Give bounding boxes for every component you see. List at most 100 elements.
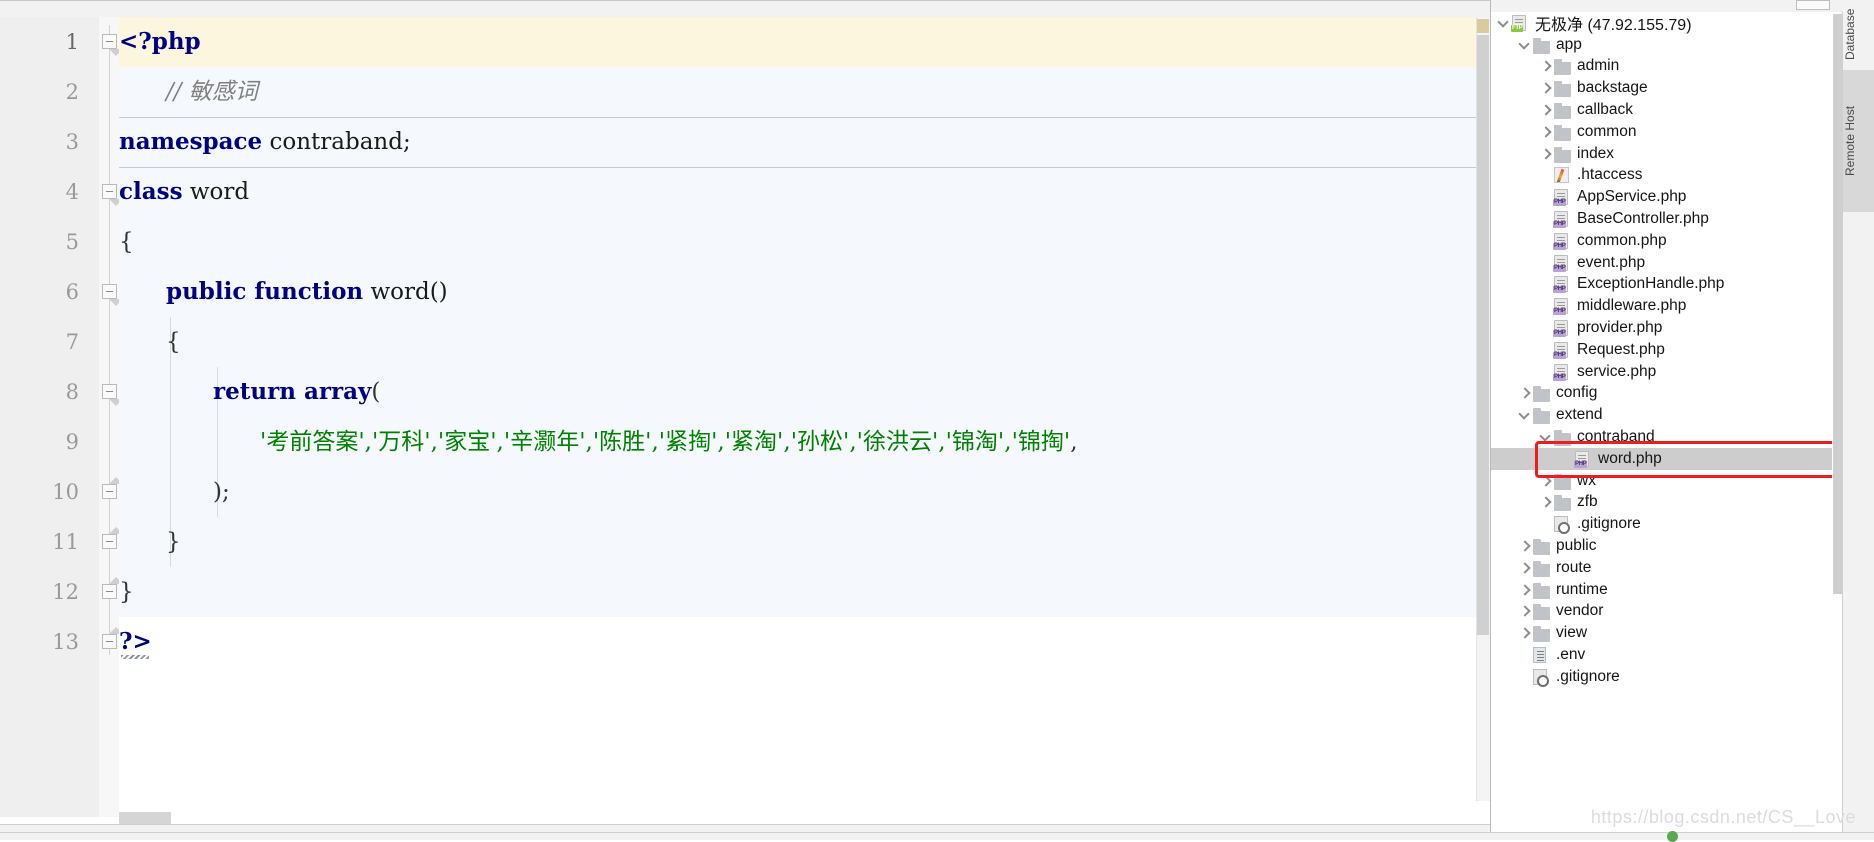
tree-row[interactable]: FTP 无极净 (47.92.155.79) (1491, 12, 1843, 34)
chevron-right-icon[interactable] (1539, 147, 1553, 161)
tree-row[interactable]: PHP ExceptionHandle.php (1491, 274, 1843, 296)
tree-row[interactable]: PHP middleware.php (1491, 295, 1843, 317)
tab-remote-host[interactable]: Remote Host (1843, 70, 1874, 212)
code-fold-toggle[interactable] (102, 627, 123, 649)
chevron-right-icon[interactable] (1518, 626, 1532, 640)
code-fold-toggle[interactable] (102, 284, 123, 306)
code-folding-column[interactable] (99, 17, 123, 817)
code-fold-toggle[interactable] (102, 184, 123, 206)
line-number-row: 11 (0, 517, 99, 567)
tree-row[interactable]: app (1491, 34, 1843, 56)
tree-row[interactable]: PHP common.php (1491, 230, 1843, 252)
tree-row[interactable]: .gitignore (1491, 666, 1843, 688)
tree-row[interactable]: PHP service.php (1491, 361, 1843, 383)
chevron-right-icon[interactable] (1539, 103, 1553, 117)
tree-row-selected[interactable]: PHP word.php (1491, 447, 1843, 470)
chevron-right-icon[interactable] (1539, 495, 1553, 509)
chevron-right-icon[interactable] (1539, 81, 1553, 95)
tree-row[interactable]: runtime (1491, 579, 1843, 601)
line-number-row: 7 (0, 317, 99, 367)
code-line[interactable]: <?php (119, 17, 201, 67)
tree-row[interactable]: route (1491, 557, 1843, 579)
remote-host-pane: FTP 无极净 (47.92.155.79) app admin backstage ca… (1490, 0, 1874, 840)
code-fold-toggle[interactable] (102, 577, 123, 599)
chevron-down-icon[interactable] (1518, 38, 1532, 52)
env-file-icon (1532, 647, 1551, 663)
code-line[interactable]: ); (213, 467, 230, 517)
code-area[interactable]: 1 2 3 4 5 6 7 8 9 10 11 12 13 <?php// 敏感词 namespace c… (0, 17, 1490, 817)
tree-row[interactable]: zfb (1491, 492, 1843, 514)
tree-row[interactable]: index (1491, 143, 1843, 165)
chevron-down-icon[interactable] (1518, 408, 1532, 422)
editor-vertical-scrollbar-track[interactable] (1476, 17, 1490, 801)
tree-row[interactable]: PHP BaseController.php (1491, 208, 1843, 230)
tree-item-label: extend (1556, 406, 1603, 424)
code-text-column[interactable]: <?php// 敏感词 namespace contraband; class wo… (119, 17, 1490, 817)
remote-host-toolbar-button[interactable] (1796, 0, 1830, 10)
tree-row[interactable]: callback (1491, 99, 1843, 121)
code-token-plain: word() (363, 279, 448, 305)
tree-row[interactable]: contraband (1491, 426, 1843, 448)
line-number: 6 (65, 280, 79, 304)
code-line[interactable]: class word (119, 167, 249, 217)
line-number-row: 4 (0, 167, 99, 217)
chevron-right-icon[interactable] (1518, 583, 1532, 597)
chevron-down-icon[interactable] (1539, 430, 1553, 444)
code-token-punct: ); (213, 479, 230, 505)
remote-file-tree[interactable]: FTP 无极净 (47.92.155.79) app admin backstage ca… (1491, 12, 1843, 812)
chevron-right-icon[interactable] (1518, 561, 1532, 575)
code-line[interactable]: // 敏感词 (166, 67, 258, 117)
tree-row[interactable]: wx (1491, 470, 1843, 492)
tree-item-label: provider.php (1577, 319, 1663, 337)
chevron-right-icon[interactable] (1539, 59, 1553, 73)
tree-row[interactable]: common (1491, 121, 1843, 143)
tree-row[interactable]: vendor (1491, 601, 1843, 623)
folder-icon (1553, 429, 1572, 447)
code-line[interactable]: { (166, 317, 181, 367)
code-line[interactable]: } (166, 517, 181, 567)
tree-item-label: ExceptionHandle.php (1577, 275, 1725, 293)
tree-row[interactable]: .env (1491, 644, 1843, 666)
editor-vertical-scrollbar-thumb[interactable] (1477, 35, 1489, 635)
tree-row[interactable]: .htaccess (1491, 165, 1843, 187)
tree-row[interactable]: PHP event.php (1491, 252, 1843, 274)
chevron-right-icon[interactable] (1539, 474, 1553, 488)
tree-row[interactable]: PHP Request.php (1491, 339, 1843, 361)
code-line[interactable]: } (119, 567, 134, 617)
folder-icon (1532, 582, 1551, 599)
code-line[interactable]: namespace contraband; (119, 117, 411, 167)
chevron-right-icon[interactable] (1518, 386, 1532, 400)
status-indicator-dot (1667, 831, 1678, 842)
chevron-down-icon[interactable] (1497, 16, 1511, 30)
editor-scroll-marker (1477, 19, 1489, 33)
tree-row[interactable]: public (1491, 535, 1843, 557)
code-line[interactable]: '考前答案','万科','家宝','辛灏年','陈胜','紧掏','紧淘','孙… (260, 417, 1078, 467)
chevron-right-icon[interactable] (1539, 125, 1553, 139)
line-number-row: 3 (0, 117, 99, 167)
code-fold-toggle[interactable] (102, 527, 123, 549)
tree-row[interactable]: config (1491, 383, 1843, 405)
tree-row[interactable]: .gitignore (1491, 513, 1843, 535)
tree-item-label: word.php (1598, 449, 1662, 467)
chevron-right-icon[interactable] (1518, 604, 1532, 618)
code-token-kw: namespace (119, 128, 263, 155)
tree-row[interactable]: view (1491, 622, 1843, 644)
tab-database[interactable]: Database (1843, 9, 1874, 60)
php-file-icon: PHP (1574, 450, 1593, 468)
tree-row[interactable]: admin (1491, 56, 1843, 78)
tree-row[interactable]: backstage (1491, 77, 1843, 99)
tree-row[interactable]: PHP provider.php (1491, 317, 1843, 339)
editor-horizontal-scrollbar-thumb[interactable] (119, 812, 171, 824)
chevron-right-icon[interactable] (1518, 539, 1532, 553)
code-line[interactable]: { (119, 217, 134, 267)
tree-row[interactable]: extend (1491, 404, 1843, 426)
code-fold-toggle[interactable] (102, 384, 123, 406)
line-number: 4 (65, 180, 79, 204)
code-line[interactable]: ?> (119, 617, 152, 667)
code-fold-toggle[interactable] (102, 34, 123, 56)
code-line[interactable]: public function word() (166, 267, 448, 317)
tree-row[interactable]: PHP AppService.php (1491, 186, 1843, 208)
code-line[interactable]: return array( (213, 367, 380, 417)
tree-vertical-scrollbar-thumb[interactable] (1833, 14, 1842, 594)
code-fold-toggle[interactable] (102, 477, 123, 499)
